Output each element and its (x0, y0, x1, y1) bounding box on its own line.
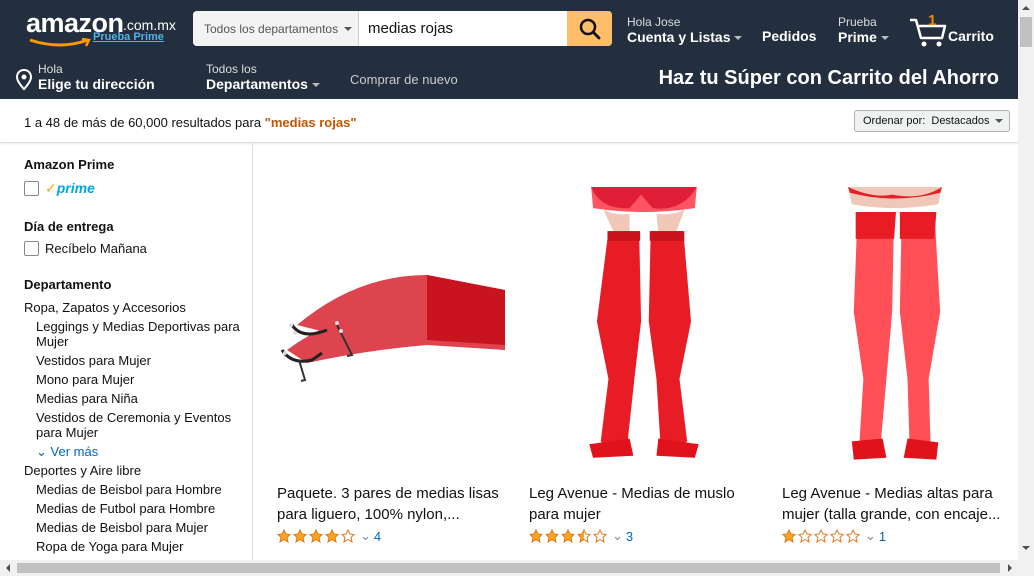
department-filter-heading: Departamento (24, 277, 112, 292)
vertical-scrollbar[interactable] (1018, 0, 1034, 560)
delivery-option-label: Recíbelo Mañana (45, 241, 147, 256)
results-count-text: 1 a 48 de más de 60,000 resultados para (24, 115, 265, 130)
delivery-filter-heading: Día de entrega (24, 219, 114, 234)
search-department-label: Todos los departamentos (204, 21, 339, 36)
department-item[interactable]: Vestidos de Ceremonia y Eventos para Muj… (24, 410, 244, 440)
horizontal-scrollbar[interactable] (0, 560, 1034, 576)
chevron-down-icon (344, 26, 353, 31)
sub-nav: Hola Elige tu dirección Todos los Depart… (0, 57, 1018, 99)
account-greeting: Hola Jose (627, 15, 681, 29)
horizontal-scroll-thumb[interactable] (17, 563, 1000, 573)
prime-filter-option[interactable]: ✓prime (24, 180, 95, 197)
search-bar: Todos los departamentos (193, 11, 612, 46)
sort-dropdown[interactable]: Ordenar por: Destacados (854, 110, 1010, 132)
product-rating[interactable]: ⌄ 1 (782, 528, 886, 544)
promo-banner[interactable]: Haz tu Súper con Carrito del Ahorro (659, 67, 999, 90)
prime-filter-heading: Amazon Prime (24, 157, 115, 172)
chevron-down-icon (311, 83, 320, 88)
product-title[interactable]: Leg Avenue - Medias altas para mujer (ta… (782, 483, 1010, 525)
product-image[interactable] (277, 175, 505, 475)
delivery-address-selector[interactable]: Hola Elige tu dirección (15, 62, 155, 92)
chevron-down-icon (880, 36, 889, 41)
prime-menu[interactable]: Prueba Prime (838, 15, 889, 45)
scroll-left-icon[interactable] (6, 564, 10, 572)
product-rating[interactable]: ⌄ 3 (529, 528, 633, 544)
prime-logo: ✓prime (45, 180, 95, 197)
chevron-down-icon: ⌄ (612, 528, 623, 543)
chevron-down-icon (734, 36, 743, 41)
star-rating-icon (782, 529, 861, 543)
department-item[interactable]: Vestidos para Mujer (24, 353, 244, 368)
department-item[interactable]: Medias de Beisbol para Hombre (24, 482, 244, 497)
try-prime-link[interactable]: Prueba Prime (93, 31, 164, 43)
prime-try-label: Prueba (838, 15, 877, 29)
star-rating-icon (277, 529, 356, 543)
amazon-logo[interactable]: amazon .com.mx Prueba Prime (26, 8, 186, 48)
delivery-filter-option[interactable]: Recíbelo Mañana (24, 241, 147, 256)
department-item[interactable]: Medias de Futbol para Hombre (24, 501, 244, 516)
see-more-label: Ver más (50, 444, 99, 459)
buy-again-link[interactable]: Comprar de nuevo (350, 72, 458, 87)
filter-sidebar: Amazon Prime ✓prime Día de entrega Recíb… (0, 143, 253, 563)
location-pin-icon (15, 69, 33, 91)
results-bar: 1 a 48 de más de 60,000 resultados para … (0, 99, 1018, 143)
results-query: "medias rojas" (264, 115, 357, 130)
chevron-down-icon: ⌄ (360, 528, 371, 543)
address-greeting: Hola (38, 62, 63, 76)
product-title[interactable]: Leg Avenue - Medias de muslo para mujer (529, 483, 757, 525)
search-button[interactable] (567, 11, 612, 46)
vertical-scroll-thumb[interactable] (1020, 17, 1032, 47)
cart-count-badge: 1 (928, 12, 937, 29)
department-item[interactable]: Leggings y Medias Deportivas para Mujer (24, 319, 244, 349)
smile-arrow-icon (29, 38, 91, 47)
prime-label: Prime (838, 29, 877, 45)
all-departments-menu[interactable]: Todos los Departamentos (206, 62, 320, 92)
address-label: Elige tu dirección (38, 76, 155, 92)
scroll-down-icon[interactable] (1022, 546, 1030, 550)
delivery-checkbox[interactable] (24, 241, 39, 256)
scroll-up-icon[interactable] (1022, 6, 1030, 10)
review-count[interactable]: 3 (626, 529, 633, 544)
account-lists-menu[interactable]: Hola Jose Cuenta y Listas (627, 15, 743, 45)
prime-checkbox[interactable] (24, 181, 39, 196)
product-image[interactable] (782, 187, 1010, 475)
page: amazon .com.mx Prueba Prime Todos los de… (0, 0, 1034, 576)
account-lists-label: Cuenta y Listas (627, 29, 731, 45)
cart-button[interactable]: 1 Carrito (908, 12, 1008, 48)
review-count[interactable]: 4 (374, 529, 381, 544)
department-item[interactable]: Mono para Mujer (24, 372, 244, 387)
department-item[interactable]: Medias para Niña (24, 391, 244, 406)
departments-label: Departamentos (206, 76, 308, 92)
chevron-down-icon (995, 119, 1004, 123)
product-rating[interactable]: ⌄ 4 (277, 528, 381, 544)
sort-value: Destacados (931, 115, 990, 127)
chevron-down-icon: ⌄ (36, 444, 51, 459)
search-input[interactable] (359, 11, 567, 46)
department-item[interactable]: Ropa, Zapatos y Accesorios (24, 300, 244, 315)
review-count[interactable]: 1 (879, 529, 886, 544)
cart-label: Carrito (948, 28, 994, 44)
search-department-select[interactable]: Todos los departamentos (193, 11, 359, 46)
product-image[interactable] (529, 187, 757, 475)
results-summary: 1 a 48 de más de 60,000 resultados para … (24, 115, 356, 130)
search-icon (579, 18, 600, 39)
product-title[interactable]: Paquete. 3 pares de medias lisas para li… (277, 483, 505, 525)
department-item[interactable]: Medias de Beisbol para Mujer (24, 520, 244, 535)
orders-label: Pedidos (762, 28, 817, 44)
orders-link[interactable]: Pedidos (762, 28, 816, 44)
check-icon: ✓ (45, 180, 57, 196)
star-rating-icon (529, 529, 608, 543)
see-more-link[interactable]: ⌄ Ver más (24, 444, 244, 459)
chevron-down-icon: ⌄ (865, 528, 876, 543)
scroll-right-icon[interactable] (1008, 564, 1012, 572)
sort-label: Ordenar por: (863, 115, 926, 127)
departments-line1: Todos los (206, 62, 257, 76)
department-item[interactable]: Ropa de Yoga para Mujer (24, 539, 244, 554)
department-item[interactable]: Deportes y Aire libre (24, 463, 244, 478)
prime-logo-text: prime (56, 180, 95, 196)
department-list: Ropa, Zapatos y Accesorios Leggings y Me… (24, 300, 244, 558)
top-nav: amazon .com.mx Prueba Prime Todos los de… (0, 0, 1018, 57)
